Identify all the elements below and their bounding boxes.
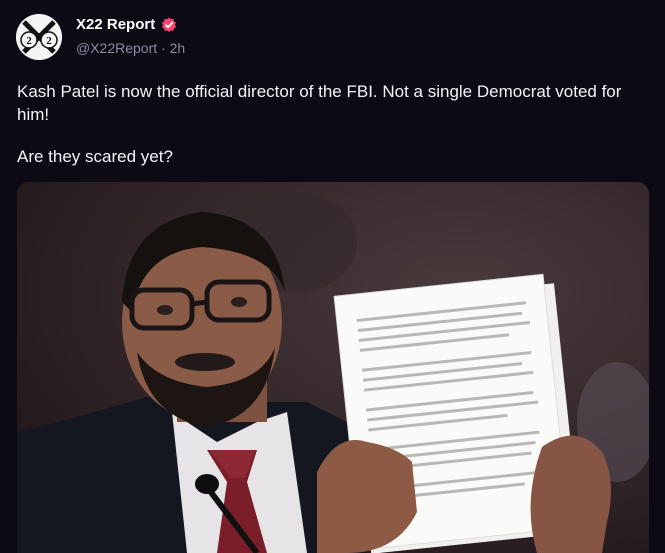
meta-separator: · [161, 40, 166, 56]
post-header: 2 2 X22 Report @X22Report · 2h [16, 14, 636, 64]
svg-text:2: 2 [26, 35, 32, 47]
post-image[interactable] [17, 182, 649, 553]
photo-illustration [17, 182, 649, 553]
post-text-line: Kash Patel is now the official director … [17, 82, 622, 124]
x22-logo-icon: 2 2 [16, 14, 62, 60]
post-text: Kash Patel is now the official director … [17, 80, 649, 187]
post-meta: @X22Report · 2h [76, 40, 185, 56]
author-handle[interactable]: @X22Report [76, 40, 157, 56]
author-name[interactable]: X22 Report [76, 16, 177, 33]
post-card: 2 2 X22 Report @X22Report · 2h Kash Pate… [0, 0, 665, 553]
author-avatar[interactable]: 2 2 [16, 14, 62, 60]
post-text-line: Are they scared yet? [17, 147, 173, 166]
author-name-label: X22 Report [76, 16, 156, 33]
verified-badge-icon [162, 17, 177, 32]
post-time[interactable]: 2h [170, 40, 186, 56]
svg-text:2: 2 [46, 35, 52, 47]
